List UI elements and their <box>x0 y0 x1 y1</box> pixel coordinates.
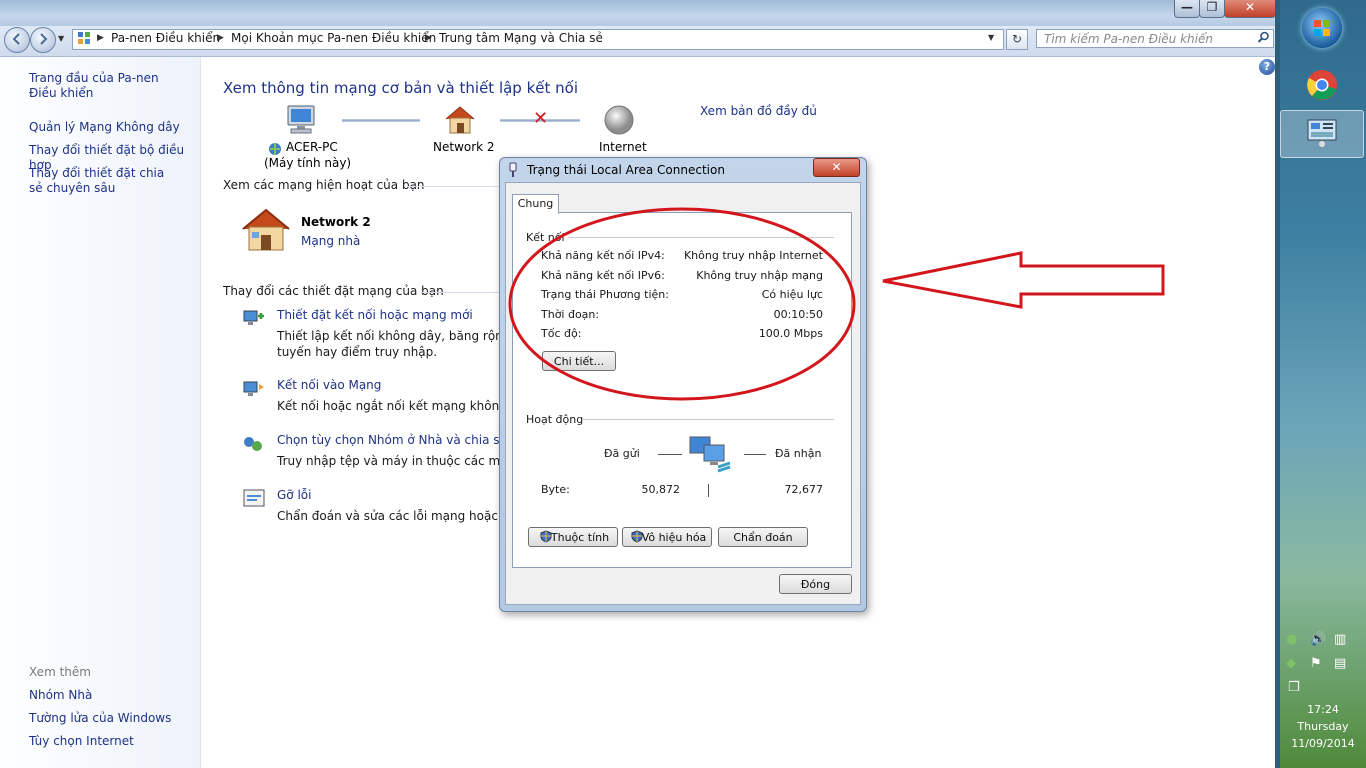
help-icon[interactable]: ? <box>1259 59 1275 75</box>
computer-subtitle: (Máy tính này) <box>264 156 352 170</box>
refresh-button[interactable]: ↻ <box>1006 29 1028 50</box>
active-networks-heading: Xem các mạng hiện hoạt của bạn <box>223 178 425 192</box>
chrome-taskbar-icon[interactable] <box>1306 69 1338 104</box>
setup-new-connection-desc-2: tuyến hay điểm truy nhập. <box>277 345 438 359</box>
troubleshoot-link[interactable]: Gỡ lỗi <box>277 488 311 502</box>
wifi-signal-icon[interactable]: ▥ <box>1334 632 1346 647</box>
clock-date[interactable]: 11/09/2014 <box>1280 737 1366 750</box>
page-title: Xem thông tin mạng cơ bản và thiết lập k… <box>223 79 579 97</box>
dialog-close-x-button[interactable]: ✕ <box>813 158 860 177</box>
control-panel-taskbar-icon <box>1307 119 1337 147</box>
homegroup-icon <box>242 433 266 458</box>
see-also-internet-options[interactable]: Tùy chọn Internet <box>29 734 134 749</box>
start-button[interactable] <box>1302 8 1342 48</box>
computer-name: ACER-PC <box>286 140 338 154</box>
new-connection-icon <box>242 308 266 333</box>
diagnose-button[interactable]: Chẩn đoán <box>718 527 808 547</box>
search-input[interactable]: Tìm kiếm Pa-nen Điều khiển <box>1036 29 1274 48</box>
setup-new-connection-link[interactable]: Thiết đặt kết nối hoặc mạng mới <box>277 308 473 322</box>
shield-icon <box>631 530 643 546</box>
activity-heading: Hoạt động <box>526 413 584 426</box>
section-divider <box>582 419 834 420</box>
connect-to-network-link[interactable]: Kết nối vào Mạng <box>277 378 381 392</box>
home-network-icon[interactable] <box>443 105 477 138</box>
breadcrumb-network-center[interactable]: Trung tâm Mạng và Chia sẻ <box>439 31 603 45</box>
pointer-arrow <box>882 251 1165 309</box>
network-label: Network 2 <box>433 140 495 154</box>
active-network-type-link[interactable]: Mạng nhà <box>301 234 360 248</box>
close-dialog-button[interactable]: Đóng <box>779 574 852 594</box>
connect-to-network-desc: Kết nối hoặc ngắt nối kết mạng không dây <box>277 399 499 413</box>
change-settings-heading: Thay đổi các thiết đặt mạng của bạn <box>223 284 444 298</box>
section-divider <box>421 292 499 293</box>
bytes-sent-value: 50,872 <box>641 483 681 496</box>
action-center-flag-icon[interactable]: ⚑ <box>1310 656 1322 671</box>
network-activity-icon <box>688 435 736 482</box>
clock-day[interactable]: Thursday <box>1280 720 1366 733</box>
back-arrow-icon <box>12 33 20 45</box>
internet-globe-icon[interactable] <box>603 104 635 139</box>
see-also-firewall[interactable]: Tường lửa của Windows <box>29 711 171 726</box>
clock-time[interactable]: 17:24 <box>1280 703 1366 716</box>
sidebar-item-advanced-sharing[interactable]: Thay đổi thiết đặt chia sẻ chuyên sâu <box>29 166 179 196</box>
shield-icon <box>540 530 552 546</box>
breadcrumb-control-panel[interactable]: Pa-nen Điều khiển <box>111 31 220 45</box>
volume-icon[interactable]: 🔊 <box>1310 632 1326 647</box>
see-also-heading: Xem thêm <box>29 665 91 679</box>
forward-button[interactable] <box>30 27 56 53</box>
battery-icon[interactable]: ▤ <box>1334 656 1346 671</box>
internet-label: Internet <box>599 140 647 154</box>
sidebar-item-control-panel-home[interactable]: Trang đầu của Pa-nen Điều khiển <box>29 71 189 101</box>
title-bar <box>0 0 1280 26</box>
address-dropdown-icon[interactable]: ▼ <box>988 33 994 42</box>
recent-pages-dropdown[interactable]: ▼ <box>58 34 64 43</box>
received-line <box>744 454 766 455</box>
breadcrumb-separator: ▶ <box>425 33 432 43</box>
breadcrumb-separator: ▶ <box>217 33 224 43</box>
maximize-button[interactable]: ❐ <box>1199 0 1225 18</box>
windows-logo-icon <box>1314 20 1330 36</box>
troubleshoot-desc: Chẩn đoán và sửa các lỗi mạng hoặc lấy t… <box>277 509 499 523</box>
setup-new-connection-desc: Thiết lập kết nối không dây, băng rộng, … <box>277 329 499 343</box>
computer-icon[interactable] <box>285 104 319 139</box>
sidebar-item-manage-wireless[interactable]: Quản lý Mạng Không dây <box>29 120 199 135</box>
bytes-label: Byte: <box>541 483 570 496</box>
minimize-button[interactable]: — <box>1174 0 1200 18</box>
active-network-name: Network 2 <box>301 215 371 229</box>
breadcrumb-separator: ▶ <box>97 33 104 43</box>
red-annotation-overlay <box>508 207 1165 401</box>
forward-arrow-icon <box>40 33 48 45</box>
disconnected-x-icon[interactable]: ✕ <box>533 110 548 128</box>
close-button[interactable]: ✕ <box>1224 0 1276 18</box>
section-divider <box>407 186 499 187</box>
back-button[interactable] <box>4 27 30 53</box>
homegroup-options-desc: Truy nhập tệp và máy in thuộc các máy tí… <box>277 454 499 468</box>
search-icon[interactable] <box>1257 31 1270 47</box>
control-panel-icon <box>77 31 91 48</box>
control-panel-taskbar-button[interactable] <box>1280 110 1364 158</box>
connection-line <box>342 119 420 122</box>
clipboard-tray-icon[interactable]: ❐ <box>1288 680 1300 695</box>
sent-line <box>658 454 682 455</box>
see-also-homegroup[interactable]: Nhóm Nhà <box>29 688 92 703</box>
homegroup-options-link[interactable]: Chọn tùy chọn Nhóm ở Nhà và chia sẻ <box>277 433 507 447</box>
connect-network-icon <box>242 378 266 403</box>
received-label: Đã nhận <box>775 447 822 460</box>
view-full-map-link[interactable]: Xem bản đồ đầy đủ <box>700 104 817 118</box>
dialog-title: Trạng thái Local Area Connection <box>527 163 725 177</box>
troubleshoot-icon <box>242 488 266 513</box>
highlight-ellipse <box>508 207 856 401</box>
nvidia-icon[interactable]: ◆ <box>1286 656 1296 671</box>
breadcrumb-all-items[interactable]: Mọi Khoản mục Pa-nen Điều khiển <box>231 31 436 45</box>
home-network-large-icon <box>240 207 292 256</box>
bytes-received-value: 72,677 <box>784 483 824 496</box>
activity-divider <box>708 484 709 497</box>
sent-label: Đã gửi <box>604 447 640 460</box>
network-adapter-icon <box>507 162 519 181</box>
network-tray-icon[interactable]: ● <box>1286 632 1297 647</box>
